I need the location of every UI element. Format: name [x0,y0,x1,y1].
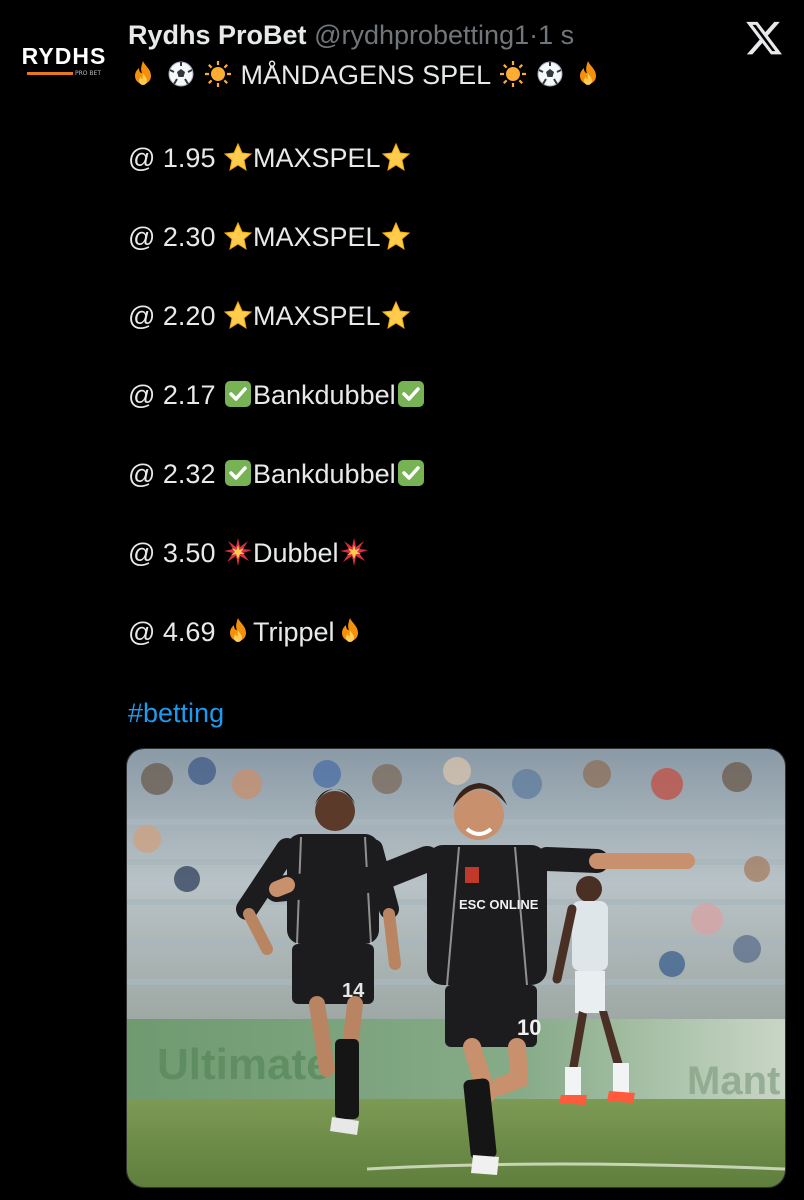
tweet-title-line: MÅNDAGENS SPEL [128,58,603,92]
tweet-header: Rydhs ProBet @rydhprobetting1·1 s [128,18,574,52]
fire-icon [573,59,603,89]
star-icon [381,221,411,251]
player-number: 10 [517,1015,541,1040]
timestamp[interactable]: 1 s [538,20,574,50]
check-icon [396,458,426,488]
tweet-title: MÅNDAGENS SPEL [240,60,491,90]
bet-label: MAXSPEL [252,222,381,252]
soccer-ball-icon [166,59,196,89]
bet-odds: @ 2.32 [128,459,216,489]
soccer-ball-icon [535,59,565,89]
user-handle[interactable]: @rydhprobetting1 [314,20,529,50]
star-icon [223,142,253,172]
x-logo-icon[interactable] [744,18,784,58]
ad-board-text: Mant [687,1059,780,1103]
display-name[interactable]: Rydhs ProBet [128,20,307,50]
fire-icon [335,616,365,646]
fire-icon [223,616,253,646]
bet-odds: @ 1.95 [128,143,216,173]
ad-board-text: Ultimate [157,1040,331,1089]
check-icon [223,458,253,488]
bet-odds: @ 2.20 [128,301,216,331]
sun-icon [203,59,233,89]
bet-odds: @ 4.69 [128,617,216,647]
fire-icon [128,59,158,89]
separator-dot: · [529,20,539,50]
avatar[interactable]: RYDHS PRO BET [18,30,110,90]
bet-line: @ 3.50 Dubbel [128,536,369,570]
avatar-subtext: PRO BET [75,69,101,77]
bet-line: @ 2.32 Bankdubbel [128,457,426,491]
bet-odds: @ 3.50 [128,538,216,568]
star-icon [223,221,253,251]
bet-line: @ 1.95 MAXSPEL [128,141,411,175]
tweet-media-photo[interactable]: Ultimate Mant 14 ESC ONLINE 10 [126,748,786,1188]
check-icon [223,379,253,409]
star-icon [381,142,411,172]
bet-label: MAXSPEL [252,143,381,173]
check-icon [396,379,426,409]
star-icon [223,300,253,330]
bet-label: Bankdubbel [252,459,396,489]
bet-odds: @ 2.30 [128,222,216,252]
bet-line: @ 4.69 Trippel [128,615,365,649]
collision-icon [223,537,253,567]
football-celebration-photo: Ultimate Mant 14 ESC ONLINE 10 [127,749,785,1187]
bet-line: @ 2.20 MAXSPEL [128,299,411,333]
bet-label: Dubbel [252,538,339,568]
bet-label: MAXSPEL [252,301,381,331]
avatar-underline: PRO BET [27,70,101,77]
bet-line: @ 2.17 Bankdubbel [128,378,426,412]
bet-label: Bankdubbel [252,380,396,410]
bet-label: Trippel [252,617,335,647]
bet-odds: @ 2.17 [128,380,216,410]
bet-line: @ 2.30 MAXSPEL [128,220,411,254]
star-icon [381,300,411,330]
sun-icon [498,59,528,89]
avatar-brand-text: RYDHS [21,42,107,69]
hashtag-link[interactable]: #betting [128,696,224,730]
collision-icon [339,537,369,567]
shirt-sponsor: ESC ONLINE [459,897,539,912]
